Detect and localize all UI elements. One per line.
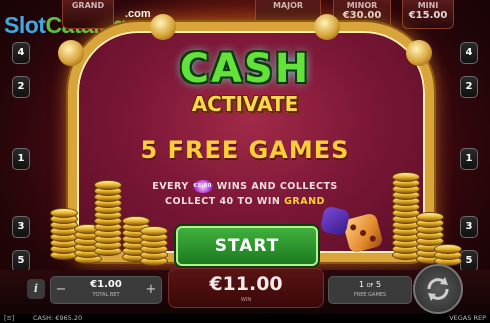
coin-chip-label: €5.00 (193, 183, 212, 189)
free-games-label: FREE GAMES (353, 292, 387, 298)
brand-label: VEGAS REP (449, 314, 486, 322)
gold-coin (50, 208, 78, 218)
win-display: €11.00 WIN (168, 268, 324, 308)
title-cash: CASH (179, 46, 311, 92)
jackpot-mini: MINI €15.00 (402, 0, 454, 29)
payline-marker-right: 5 (460, 250, 478, 272)
free-games-headline: 5 FREE GAMES (140, 136, 350, 164)
cash-balance: CASH: €965.20 (33, 314, 83, 322)
free-games-counter: 1 OF 5 FREE GAMES (328, 276, 412, 304)
payline-marker-left: 5 (12, 250, 30, 272)
coin-stacks-left (40, 170, 170, 270)
jackpot-minor-name: MINOR (346, 1, 378, 10)
dice-pip (349, 223, 357, 232)
refresh-icon (427, 277, 449, 301)
gold-coin (140, 226, 168, 236)
dice-pip (359, 229, 367, 237)
free-games-count: 1 OF 5 (329, 280, 411, 289)
logo-slot: Slot (4, 12, 46, 38)
payline-marker-left: 3 (12, 216, 30, 238)
win-label: WIN (240, 297, 252, 303)
jackpot-grand-name: GRAND (71, 1, 105, 10)
jackpot-grand: GRAND (62, 0, 114, 29)
menu-icon[interactable]: [≡] (4, 314, 15, 323)
gold-coin (122, 216, 150, 226)
spin-button[interactable] (413, 264, 463, 314)
start-button[interactable]: START (176, 226, 318, 266)
info-line-2-start: COLLECT 40 TO WIN (165, 196, 281, 207)
coin-chip-icon: €5.00 (192, 180, 213, 193)
frame-ornament (314, 14, 340, 40)
frame-ornament (150, 14, 176, 40)
jackpot-mini-value: €15.00 (408, 10, 448, 21)
jackpot-mini-name: MINI (417, 1, 439, 10)
total-bet-box: − €1.00 TOTAL BET + (50, 276, 162, 304)
dice-pip (369, 234, 377, 243)
gold-coin (416, 212, 444, 222)
payline-marker-right: 3 (460, 216, 478, 238)
jackpot-minor-value: €30.00 (342, 10, 382, 21)
status-bar: [≡] CASH: €965.20 VEGAS REP (0, 314, 490, 323)
info-button[interactable]: i (27, 279, 45, 299)
bet-increase-button[interactable]: + (143, 277, 159, 303)
free-games-total: 5 (375, 280, 382, 289)
game-stage: SlotCatalog .com GRAND MAJOR MINOR €30.0… (0, 0, 490, 323)
logo-com: .com (125, 8, 151, 20)
grand-word: GRAND (284, 196, 325, 207)
jackpot-major-name: MAJOR (272, 1, 304, 10)
free-games-current: 1 (358, 280, 365, 289)
info-line-1-end: WINS AND COLLECTS (216, 181, 338, 192)
gold-coin (434, 244, 462, 254)
gold-coin (392, 172, 420, 182)
title-activate: ACTIVATE (191, 92, 299, 116)
free-games-of: OF (366, 283, 374, 289)
gold-coin (94, 180, 122, 190)
win-value: €11.00 (209, 273, 283, 295)
